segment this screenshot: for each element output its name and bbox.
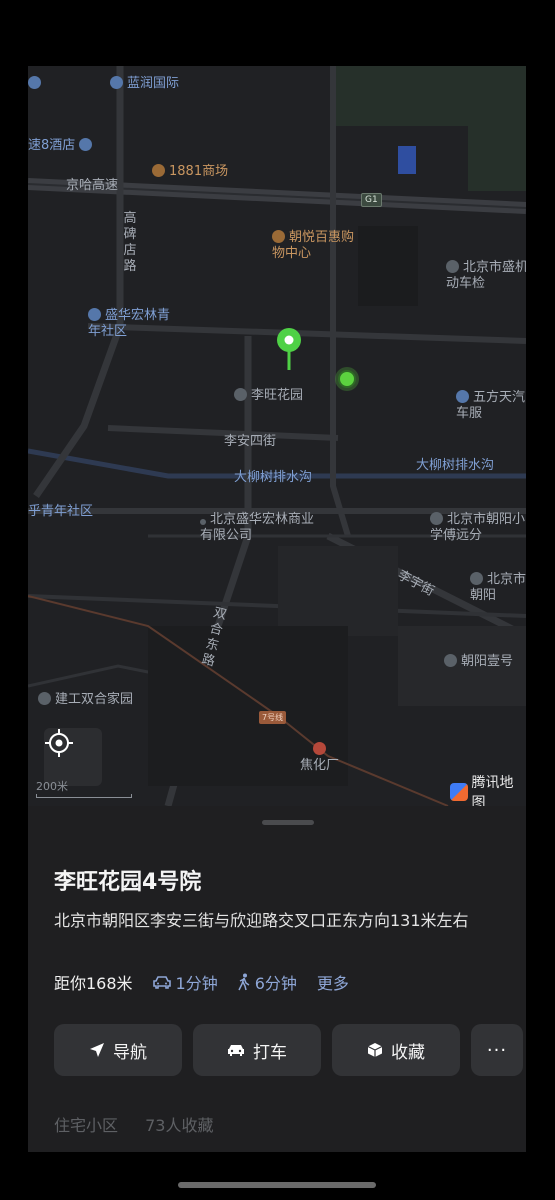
tencent-map-logo: 腾讯地图 <box>450 772 526 806</box>
poi-beijing-chaoyang[interactable]: 北京市朝阳 <box>470 572 526 604</box>
crosshair-icon <box>45 729 73 757</box>
poi-jiaohua[interactable]: 焦化厂 <box>300 742 339 774</box>
favorite-button[interactable]: 收藏 <box>332 1024 460 1076</box>
hotel-icon <box>28 76 41 89</box>
poi-qingnian[interactable]: 乎青年社区 <box>28 504 93 520</box>
school-icon <box>470 572 483 585</box>
poi-shenghua[interactable]: 盛华宏林青年社区 <box>88 308 178 340</box>
map-scale-bar <box>36 794 132 798</box>
hotel-icon <box>88 308 101 321</box>
current-location-dot <box>338 370 356 388</box>
g1-shield: G1 <box>361 193 382 207</box>
place-category: 住宅小区 <box>54 1116 119 1135</box>
dot-icon <box>200 519 206 525</box>
car-service-icon <box>456 390 469 403</box>
action-bar: 导航 打车 收藏 ··· <box>54 1024 523 1076</box>
tencent-logo-icon <box>450 783 468 801</box>
shopping-icon <box>272 230 285 243</box>
walk-time[interactable]: 6分钟 <box>238 970 297 994</box>
residential-icon <box>444 654 457 667</box>
poi-jiangong[interactable]: 建工双合家园 <box>38 692 133 708</box>
shopping-icon <box>152 164 165 177</box>
road-jingha: 京哈高速 <box>66 178 119 193</box>
poi-beijing-sheng[interactable]: 北京市盛机动车检 <box>446 260 526 292</box>
residential-icon <box>38 692 51 705</box>
water-dalius-b: 大柳树排水沟 <box>416 458 495 473</box>
map-pin-icon <box>277 328 301 370</box>
distance-text: 距你168米 <box>54 974 133 993</box>
poi-hotel8[interactable]: 速8酒店 <box>28 138 96 154</box>
place-address: 北京市朝阳区李安三街与欣迎路交叉口正东方向131米左右 <box>54 911 469 930</box>
poi-shenghua-co[interactable]: 北京盛华宏林商业有限公司 <box>200 512 320 544</box>
poi-chaoyue[interactable]: 朝悦百惠购物中心 <box>272 230 362 262</box>
drive-time[interactable]: 1分钟 <box>152 970 218 994</box>
poi-partial[interactable] <box>28 76 45 92</box>
building-icon <box>110 76 123 89</box>
poi-lanrun[interactable]: 蓝润国际 <box>110 76 179 92</box>
residential-icon <box>234 388 247 401</box>
road-gaobeidian: 高碑店路 <box>123 211 137 274</box>
poi-chaoyang-ya[interactable]: 朝阳壹号 <box>444 654 513 670</box>
building-icon <box>446 260 459 273</box>
home-indicator[interactable] <box>178 1182 376 1188</box>
route-info-row: 距你168米 1分钟 6分钟 更多 <box>54 970 369 994</box>
map-view[interactable]: 蓝润国际 速8酒店 1881商场 京哈高速 G1 高碑店路 朝悦百惠购物中心 北… <box>28 66 526 806</box>
map-scale-label: 200米 <box>36 780 68 793</box>
walk-icon <box>238 973 250 991</box>
box-icon <box>367 1042 383 1058</box>
taxi-button[interactable]: 打车 <box>193 1024 321 1076</box>
car-icon <box>152 975 171 989</box>
phone-screen: 蓝润国际 速8酒店 1881商场 京哈高速 G1 高碑店路 朝悦百惠购物中心 北… <box>28 66 526 1152</box>
place-meta-row: 住宅小区 73人收藏 <box>54 1112 235 1136</box>
poi-chaoyang-school[interactable]: 北京市朝阳小学傅远分 <box>430 512 526 544</box>
drag-handle[interactable] <box>262 820 314 825</box>
place-detail-panel: 李旺花园4号院 北京市朝阳区李安三街与欣迎路交叉口正东方向131米左右 距你16… <box>28 806 526 1152</box>
navigation-arrow-icon <box>89 1042 105 1058</box>
more-link[interactable]: 更多 <box>317 970 349 994</box>
hotel-icon <box>79 138 93 151</box>
poi-liwang[interactable]: 李旺花园 <box>234 388 303 404</box>
road-lian4: 李安四街 <box>224 434 277 449</box>
navigate-button[interactable]: 导航 <box>54 1024 182 1076</box>
metro-line7-label: 7号线 <box>259 711 287 724</box>
favorites-count: 73人收藏 <box>145 1116 214 1135</box>
more-options-button[interactable]: ··· <box>471 1024 523 1076</box>
metro-icon <box>313 742 326 755</box>
water-dalius-a: 大柳树排水沟 <box>234 470 313 485</box>
poi-mall1881[interactable]: 1881商场 <box>152 164 228 180</box>
place-title: 李旺花园4号院 <box>54 870 202 895</box>
poi-wufang[interactable]: 五方天汽车服 <box>456 390 526 422</box>
school-icon <box>430 512 443 525</box>
taxi-icon <box>227 1043 245 1057</box>
